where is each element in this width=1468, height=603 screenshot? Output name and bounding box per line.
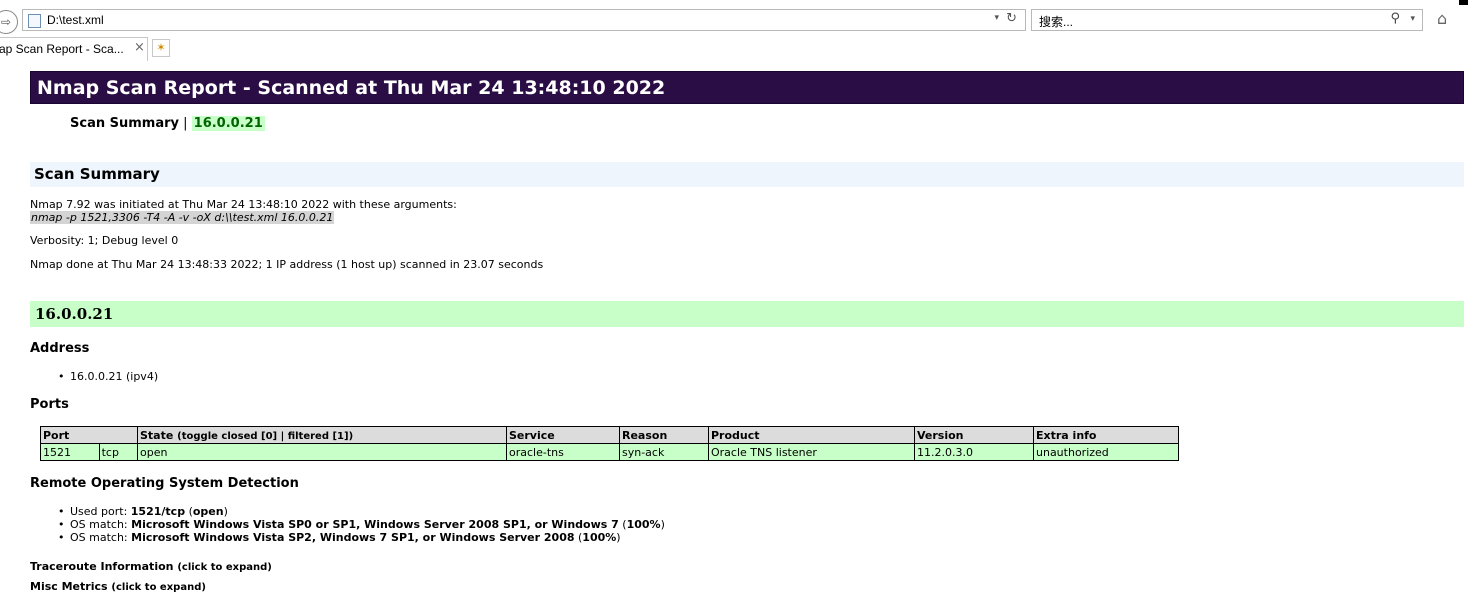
os-match-accuracy: 100% bbox=[626, 518, 661, 531]
list-item: OS match: Microsoft Windows Vista SP2, W… bbox=[56, 531, 665, 544]
used-port-state: open bbox=[192, 505, 224, 518]
search-icon[interactable]: ⚲ bbox=[1390, 11, 1400, 26]
host-heading: 16.0.0.21 bbox=[30, 301, 1464, 327]
used-port-value: 1521/tcp bbox=[130, 505, 186, 518]
os-match-name: Microsoft Windows Vista SP2, Windows 7 S… bbox=[131, 531, 575, 544]
cell-version: 11.2.0.3.0 bbox=[914, 443, 1034, 461]
cell-port: 1521 bbox=[40, 443, 100, 461]
col-service: Service bbox=[506, 426, 620, 444]
cell-reason: syn-ack bbox=[619, 443, 709, 461]
scan-initiated-text: Nmap 7.92 was initiated at Thu Mar 24 13… bbox=[30, 198, 457, 211]
report-nav: Scan Summary | 16.0.0.21 bbox=[70, 116, 265, 131]
os-match-label: OS match: bbox=[70, 518, 132, 531]
os-detection-heading: Remote Operating System Detection bbox=[30, 476, 299, 491]
col-state-label: State bbox=[140, 428, 174, 442]
used-port-label: Used port: bbox=[70, 505, 131, 518]
paren-open: ( bbox=[185, 505, 193, 518]
col-version: Version bbox=[914, 426, 1034, 444]
cell-product: Oracle TNS listener bbox=[708, 443, 915, 461]
toggle-closed-filtered-link[interactable]: (toggle closed [0] | filtered [1]) bbox=[177, 431, 353, 442]
os-match-label: OS match: bbox=[70, 531, 132, 544]
list-item: 16.0.0.21 (ipv4) bbox=[56, 370, 158, 383]
os-match-accuracy: 100% bbox=[582, 531, 617, 544]
chevron-down-icon[interactable]: ▾ bbox=[1410, 14, 1415, 24]
browser-toolbar: ⇨ D:\test.xml ▾ ↻ 搜索... ⚲ ▾ ⌂ bbox=[0, 0, 1468, 40]
cell-extra-info: unauthorized bbox=[1033, 443, 1179, 461]
os-match-name: Microsoft Windows Vista SP0 or SP1, Wind… bbox=[131, 518, 619, 531]
traceroute-toggle[interactable]: Traceroute Information (click to expand) bbox=[30, 560, 272, 573]
nav-link-host[interactable]: 16.0.0.21 bbox=[191, 116, 265, 131]
nav-separator: | bbox=[179, 116, 192, 131]
paren-close: ) bbox=[616, 531, 621, 544]
paren-open: ( bbox=[618, 518, 627, 531]
scroll-indicator bbox=[1459, 0, 1468, 5]
col-state: State (toggle closed [0] | filtered [1]) bbox=[137, 426, 507, 444]
cell-service: oracle-tns bbox=[506, 443, 620, 461]
tab-bar: ap Scan Report - Sca... × ✶ bbox=[0, 37, 1468, 61]
traceroute-hint[interactable]: (click to expand) bbox=[177, 562, 272, 573]
chevron-down-icon[interactable]: ▾ bbox=[994, 13, 999, 23]
nav-link-scan-summary[interactable]: Scan Summary bbox=[70, 116, 179, 131]
address-list: 16.0.0.21 (ipv4) bbox=[56, 370, 158, 383]
paren-close: ) bbox=[223, 505, 228, 518]
home-icon[interactable]: ⌂ bbox=[1437, 9, 1447, 28]
tab-active[interactable]: ap Scan Report - Sca... × bbox=[0, 37, 148, 61]
forward-arrow-icon[interactable]: ⇨ bbox=[0, 10, 18, 34]
col-product: Product bbox=[708, 426, 915, 444]
scan-arguments: nmap -p 1521,3306 -T4 -A -v -oX d:\\test… bbox=[30, 211, 335, 224]
list-item: Used port: 1521/tcp (open) bbox=[56, 505, 665, 518]
cell-proto: tcp bbox=[98, 443, 139, 461]
new-tab-icon[interactable]: ✶ bbox=[152, 39, 170, 57]
paren-close: ) bbox=[660, 518, 665, 531]
scan-done-text: Nmap done at Thu Mar 24 13:48:33 2022; 1… bbox=[30, 258, 544, 271]
page-icon bbox=[28, 14, 41, 28]
page-content: Nmap Scan Report - Scanned at Thu Mar 24… bbox=[0, 61, 1468, 603]
os-detection-list: Used port: 1521/tcp (open) OS match: Mic… bbox=[56, 505, 665, 544]
scan-summary-heading: Scan Summary bbox=[30, 162, 1464, 187]
table-row: 1521 tcp open oracle-tns syn-ack Oracle … bbox=[40, 443, 1179, 461]
ports-heading: Ports bbox=[30, 397, 69, 412]
address-bar[interactable]: D:\test.xml ▾ ↻ bbox=[22, 9, 1026, 31]
cell-state: open bbox=[137, 443, 507, 461]
search-input[interactable]: 搜索... bbox=[1039, 13, 1073, 30]
ports-table: Port State (toggle closed [0] | filtered… bbox=[40, 426, 1179, 461]
address-text[interactable]: D:\test.xml bbox=[47, 13, 104, 27]
verbosity-text: Verbosity: 1; Debug level 0 bbox=[30, 234, 179, 247]
misc-metrics-hint[interactable]: (click to expand) bbox=[111, 582, 206, 593]
col-extra-info: Extra info bbox=[1033, 426, 1179, 444]
refresh-icon[interactable]: ↻ bbox=[1006, 11, 1017, 26]
page-title: Nmap Scan Report - Scanned at Thu Mar 24… bbox=[30, 71, 1464, 104]
traceroute-label[interactable]: Traceroute Information bbox=[30, 560, 173, 573]
close-icon[interactable]: × bbox=[134, 40, 145, 55]
col-port: Port bbox=[40, 426, 138, 444]
list-item: OS match: Microsoft Windows Vista SP0 or… bbox=[56, 518, 665, 531]
tab-title[interactable]: ap Scan Report - Sca... bbox=[0, 42, 131, 56]
table-header-row: Port State (toggle closed [0] | filtered… bbox=[40, 426, 1179, 444]
col-reason: Reason bbox=[619, 426, 709, 444]
address-heading: Address bbox=[30, 341, 90, 356]
misc-metrics-toggle[interactable]: Misc Metrics (click to expand) bbox=[30, 580, 206, 593]
search-box[interactable]: 搜索... ⚲ ▾ bbox=[1031, 9, 1423, 31]
misc-metrics-label[interactable]: Misc Metrics bbox=[30, 580, 108, 593]
